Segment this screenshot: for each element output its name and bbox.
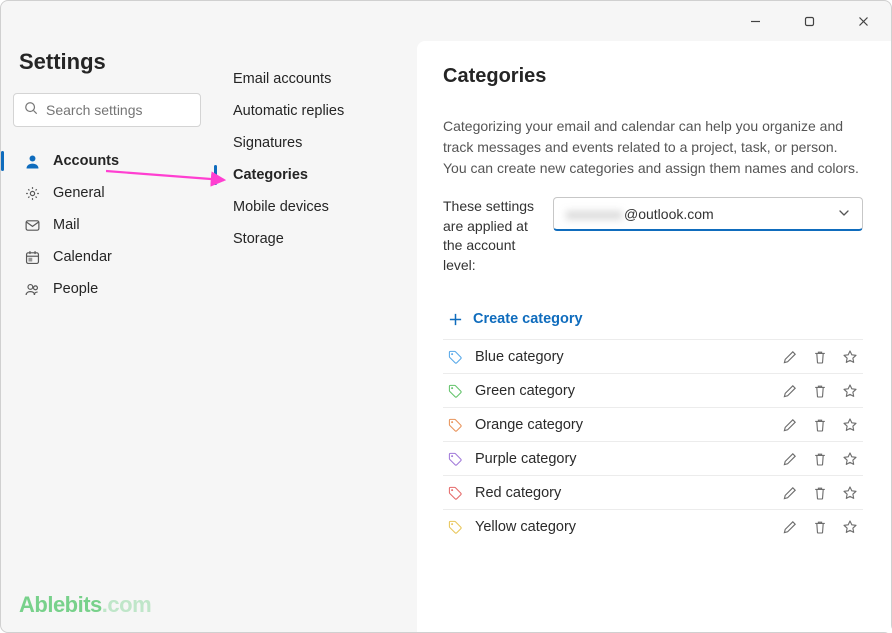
edit-button[interactable] bbox=[781, 348, 799, 366]
subnav-signatures[interactable]: Signatures bbox=[213, 127, 417, 159]
main-panel: Categories Categorizing your email and c… bbox=[417, 41, 891, 632]
mail-icon bbox=[23, 216, 41, 234]
tag-icon bbox=[447, 451, 463, 467]
edit-button[interactable] bbox=[781, 382, 799, 400]
category-name: Blue category bbox=[475, 349, 769, 365]
tag-icon bbox=[447, 349, 463, 365]
sidebar-item-label: General bbox=[53, 185, 105, 201]
subnav-label: Email accounts bbox=[233, 71, 331, 87]
sidebar-item-label: Mail bbox=[53, 217, 80, 233]
subnav-mobile-devices[interactable]: Mobile devices bbox=[213, 191, 417, 223]
delete-button[interactable] bbox=[811, 484, 829, 502]
tag-icon bbox=[447, 417, 463, 433]
subnav-label: Categories bbox=[233, 167, 308, 183]
sidebar-secondary: Email accounts Automatic replies Signatu… bbox=[213, 41, 417, 632]
tag-icon bbox=[447, 519, 463, 535]
sidebar-item-people[interactable]: People bbox=[13, 273, 201, 305]
edit-button[interactable] bbox=[781, 450, 799, 468]
edit-button[interactable] bbox=[781, 416, 799, 434]
favorite-button[interactable] bbox=[841, 518, 859, 536]
main-title: Categories bbox=[443, 65, 863, 88]
subnav-label: Storage bbox=[233, 231, 284, 247]
sidebar-item-label: Calendar bbox=[53, 249, 112, 265]
category-row: Purple category bbox=[443, 441, 863, 475]
plus-icon bbox=[447, 311, 463, 327]
sidebar-item-mail[interactable]: Mail bbox=[13, 209, 201, 241]
category-row: Red category bbox=[443, 475, 863, 509]
edit-button[interactable] bbox=[781, 484, 799, 502]
account-level-label: These settings are applied at the accoun… bbox=[443, 197, 539, 275]
sidebar-item-general[interactable]: General bbox=[13, 177, 201, 209]
category-name: Yellow category bbox=[475, 519, 769, 535]
titlebar bbox=[1, 1, 891, 41]
subnav-label: Automatic replies bbox=[233, 103, 344, 119]
favorite-button[interactable] bbox=[841, 348, 859, 366]
person-icon bbox=[23, 152, 41, 170]
favorite-button[interactable] bbox=[841, 450, 859, 468]
search-settings[interactable] bbox=[13, 93, 201, 127]
gear-icon bbox=[23, 184, 41, 202]
search-icon bbox=[24, 101, 38, 120]
page-title: Settings bbox=[13, 41, 201, 93]
create-category-label: Create category bbox=[473, 311, 583, 327]
delete-button[interactable] bbox=[811, 518, 829, 536]
category-row: Green category bbox=[443, 373, 863, 407]
category-list: Blue category Green category Orange cate… bbox=[443, 339, 863, 543]
account-select-value: xxxxxxxx@outlook.com bbox=[566, 206, 714, 222]
category-name: Green category bbox=[475, 383, 769, 399]
sidebar-item-label: Accounts bbox=[53, 153, 119, 169]
watermark: Ablebits.com bbox=[19, 592, 151, 618]
chevron-down-icon bbox=[838, 206, 850, 222]
category-name: Purple category bbox=[475, 451, 769, 467]
minimize-button[interactable] bbox=[733, 7, 777, 35]
subnav-label: Mobile devices bbox=[233, 199, 329, 215]
maximize-button[interactable] bbox=[787, 7, 831, 35]
favorite-button[interactable] bbox=[841, 416, 859, 434]
create-category-button[interactable]: Create category bbox=[443, 299, 863, 339]
account-select[interactable]: xxxxxxxx@outlook.com bbox=[553, 197, 863, 231]
category-row: Orange category bbox=[443, 407, 863, 441]
category-row: Yellow category bbox=[443, 509, 863, 543]
subnav-categories[interactable]: Categories bbox=[213, 159, 417, 191]
tag-icon bbox=[447, 383, 463, 399]
subnav-automatic-replies[interactable]: Automatic replies bbox=[213, 95, 417, 127]
delete-button[interactable] bbox=[811, 382, 829, 400]
search-input[interactable] bbox=[46, 102, 190, 118]
tag-icon bbox=[447, 485, 463, 501]
sidebar-item-calendar[interactable]: Calendar bbox=[13, 241, 201, 273]
people-icon bbox=[23, 280, 41, 298]
delete-button[interactable] bbox=[811, 450, 829, 468]
edit-button[interactable] bbox=[781, 518, 799, 536]
favorite-button[interactable] bbox=[841, 382, 859, 400]
subnav-email-accounts[interactable]: Email accounts bbox=[213, 63, 417, 95]
sidebar-item-label: People bbox=[53, 281, 98, 297]
category-name: Red category bbox=[475, 485, 769, 501]
sidebar-item-accounts[interactable]: Accounts bbox=[13, 145, 201, 177]
category-name: Orange category bbox=[475, 417, 769, 433]
sidebar-primary: Settings Accounts General bbox=[1, 41, 213, 632]
subnav-storage[interactable]: Storage bbox=[213, 223, 417, 255]
favorite-button[interactable] bbox=[841, 484, 859, 502]
main-description: Categorizing your email and calendar can… bbox=[443, 116, 863, 179]
close-button[interactable] bbox=[841, 7, 885, 35]
delete-button[interactable] bbox=[811, 348, 829, 366]
calendar-icon bbox=[23, 248, 41, 266]
delete-button[interactable] bbox=[811, 416, 829, 434]
category-row: Blue category bbox=[443, 339, 863, 373]
subnav-label: Signatures bbox=[233, 135, 302, 151]
